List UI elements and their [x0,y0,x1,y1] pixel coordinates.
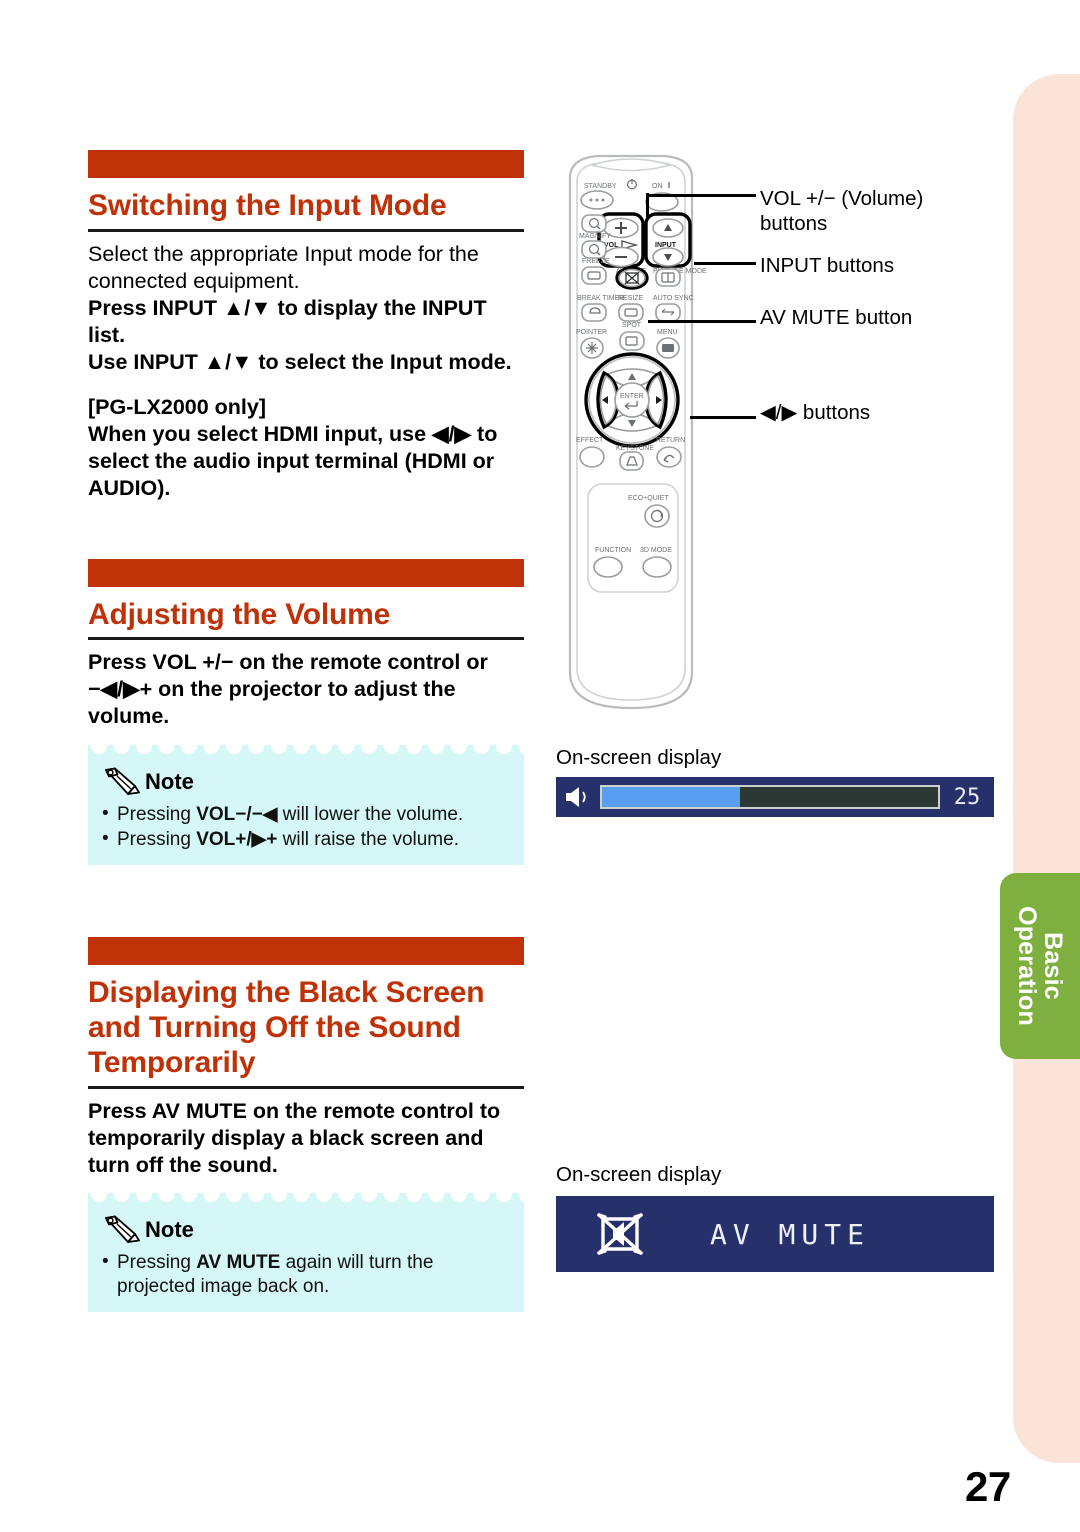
note-item: Pressing VOL−/−◀ will lower the volume. [102,802,512,827]
3d-mode-button [642,556,672,578]
section-title: Displaying the Black Screen and Turning … [88,976,485,1079]
note-box: Note Pressing VOL−/−◀ will lower the vol… [88,744,524,866]
note-list: Pressing VOL−/−◀ will lower the volume. … [102,802,512,853]
resize-button [618,303,644,322]
note-header: Note [102,767,512,797]
section-paragraph: [PG-LX2000 only] [88,395,267,420]
remote-label-enter: ENTER [620,393,644,400]
section-black-screen-mute: Displaying the Black Screen and Turning … [88,937,524,1313]
remote-label-on: ON [652,183,663,190]
pencil-icon [105,767,140,795]
chapter-tab-basic-operation: Basic Operation [1000,873,1080,1059]
leader-line-avmute [648,320,756,323]
section-paragraph: Press INPUT ▲/▼ to display the INPUT lis… [88,295,487,348]
remote-label-freeze: FREEZE [582,258,610,265]
effect-button [579,446,605,468]
speaker-icon [566,787,586,807]
remote-control-diagram: .rbody { fill:#fff; stroke:#b9bcbe; stro… [552,152,752,732]
section-accent-bar [88,937,524,966]
section-adjusting-volume: Adjusting the Volume Press VOL +/− on th… [88,558,524,866]
leader-line-vol [646,194,756,197]
chapter-tab-label: Basic Operation [1013,906,1068,1026]
section-title: Switching the Input Mode [88,189,447,222]
note-item: Pressing VOL+/▶+ will raise the volume. [102,827,512,852]
pencil-icon [105,1215,140,1243]
leader-line-vol-drop [646,193,649,217]
callout-av-mute-button: AV MUTE button [760,306,913,329]
remote-label-magnify: MAGNIFY [579,233,611,240]
note-header: Note [102,1215,512,1245]
av-mute-icon [597,1213,643,1255]
remote-label-standby: STANDBY [584,183,617,190]
remote-label-eco-quiet: ECO+QUIET [628,495,669,502]
page-number: 27 [965,1463,1011,1510]
keystone-button [619,451,644,471]
remote-label-resize: RESIZE [618,295,644,302]
remote-label-menu: MENU [657,329,678,336]
note-label: Note [145,768,194,794]
section-paragraph: Press AV MUTE on the remote control to t… [88,1098,501,1177]
title-rule [88,637,524,641]
section-title: Adjusting the Volume [88,597,391,631]
section-paragraph: When you select HDMI input, use ◀/▶ to s… [88,422,498,501]
leader-line-lr [690,416,756,419]
av-mute-label: AV MUTE [709,1217,870,1251]
eco-quiet-button [644,504,670,528]
manual-page: Basic Operation 27 Switching the Input M… [0,0,1080,1532]
note-box: Note Pressing AV MUTE again will turn th… [88,1192,524,1313]
remote-label-effect: EFFECT [576,437,604,444]
scalloped-edge [88,744,524,758]
osd-volume-caption: On-screen display [556,746,722,769]
section-accent-bar [88,150,524,178]
section-switching-input-mode: Switching the Input Mode Select the appr… [88,150,524,503]
osd-avmute-banner: AV MUTE [556,1196,994,1272]
remote-label-auto-sync: AUTO SYNC [653,295,694,302]
remote-label-return: RETURN [656,437,685,444]
callout-vol-buttons: VOL +/− (Volume) buttons [760,187,924,235]
osd-volume-bar: 25 [556,777,994,817]
remote-label-keystone: KEYSTONE [616,445,654,452]
volume-fill [602,787,740,807]
section-paragraph: Use INPUT ▲/▼ to select the Input mode. [88,350,512,375]
callout-left-right-buttons: ◀/▶ buttons [760,401,871,424]
remote-label-3d-mode: 3D MODE [640,547,672,554]
section-paragraph: Press VOL +/− on the remote control or −… [88,650,488,729]
spot-button [619,331,645,351]
osd-avmute-caption: On-screen display [556,1163,722,1186]
section-accent-bar [88,558,524,587]
note-label: Note [145,1216,194,1242]
left-content-column: Switching the Input Mode Select the appr… [88,150,524,1313]
return-button [656,446,682,468]
av-mute-button [615,266,649,290]
remote-label-spot: SPOT [622,322,642,329]
remote-label-function: FUNCTION [595,547,631,554]
title-rule [88,1085,524,1089]
callout-input-buttons: INPUT buttons [760,254,895,277]
note-list: Pressing AV MUTE again will turn the pro… [102,1250,512,1300]
magnify-plus-button [581,214,607,233]
volume-track[interactable] [600,785,940,809]
remote-control-illustration: .rbody { fill:#fff; stroke:#b9bcbe; stro… [568,154,707,710]
section-paragraph: Select the appropriate Input mode for th… [88,241,479,293]
enter-button [614,382,650,418]
decorative-peach-panel [1013,74,1080,1463]
note-item: Pressing AV MUTE again will turn the pro… [102,1250,512,1300]
leader-line-input [694,262,756,265]
title-rule [88,228,524,232]
remote-label-pointer: POINTER [576,329,607,336]
magnify-minus-button [581,240,607,259]
freeze-button [581,266,607,285]
scalloped-edge [88,1192,524,1206]
function-button [593,556,623,578]
volume-value: 25 [953,784,981,810]
